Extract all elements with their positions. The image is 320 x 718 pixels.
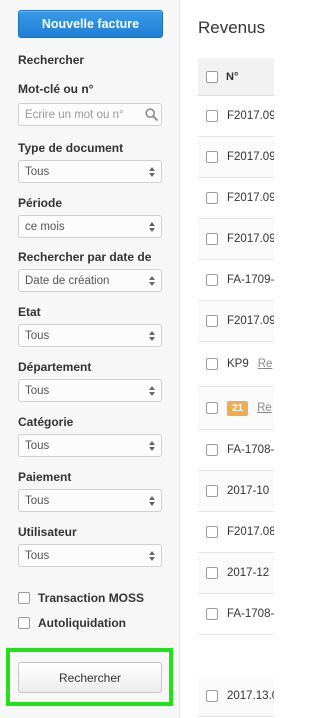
reverse-charge-checkbox-row[interactable]: Autoliquidation [18, 616, 126, 630]
moss-label: Transaction MOSS [38, 591, 145, 605]
table-header: N° [198, 58, 274, 96]
invoice-number[interactable]: F2017.09 [227, 110, 274, 122]
invoice-number[interactable]: F2017.09 [227, 192, 274, 204]
table-row[interactable]: F2017.09 [198, 96, 274, 137]
select-arrows-icon [145, 385, 159, 396]
select-arrows-icon [145, 275, 159, 286]
table-row[interactable]: F2017.09 [198, 137, 274, 178]
table-row[interactable]: 2017-12 [198, 553, 274, 594]
table-row[interactable]: KP9 Re [198, 342, 274, 387]
select-arrows-icon [145, 330, 159, 341]
row-checkbox[interactable] [206, 110, 218, 122]
category-select[interactable]: Tous [18, 434, 162, 457]
search-button[interactable]: Rechercher [18, 662, 162, 693]
select-arrows-icon [145, 221, 159, 232]
invoice-number[interactable]: 2017.13.0 [227, 690, 274, 702]
row-link[interactable]: Re [257, 402, 272, 414]
invoice-number[interactable]: F2017.09 [227, 151, 274, 163]
table-row[interactable]: F2017.08 [198, 512, 274, 553]
row-checkbox[interactable] [206, 690, 218, 702]
keyword-placeholder: Ecrire un mot ou n° [25, 108, 124, 121]
department-select[interactable]: Tous [18, 379, 162, 402]
period-label: Période [18, 196, 63, 210]
invoice-number[interactable]: F2017.09 [227, 315, 274, 327]
row-checkbox[interactable] [206, 526, 218, 538]
keyword-label: Mot-clé ou n° [18, 82, 94, 96]
row-checkbox[interactable] [206, 567, 218, 579]
reverse-charge-checkbox[interactable] [18, 617, 30, 629]
invoice-number[interactable]: FA-1708- [227, 608, 274, 620]
department-value: Tous [25, 384, 50, 397]
moss-checkbox-row[interactable]: Transaction MOSS [18, 591, 144, 605]
date-search-select[interactable]: Date de création [18, 269, 162, 292]
row-checkbox[interactable] [206, 485, 218, 497]
row-checkbox[interactable] [206, 274, 218, 286]
state-select[interactable]: Tous [18, 324, 162, 347]
select-arrows-icon [145, 495, 159, 506]
state-value: Tous [25, 329, 50, 342]
doc-type-value: Tous [25, 165, 50, 178]
header-number[interactable]: N° [226, 71, 238, 83]
table-row[interactable]: F2017.09 [198, 178, 274, 219]
invoice-number[interactable]: FA-1708- [227, 444, 274, 456]
count-badge: 21 [227, 400, 249, 416]
row-checkbox[interactable] [206, 233, 218, 245]
search-icon[interactable] [141, 104, 161, 125]
search-sidebar: Nouvelle facture Rechercher Mot-clé ou n… [0, 0, 180, 718]
row-checkbox[interactable] [206, 151, 218, 163]
invoice-number[interactable]: FA-1709- [227, 274, 274, 286]
department-label: Département [18, 360, 92, 374]
user-value: Tous [25, 549, 50, 562]
row-checkbox[interactable] [206, 444, 218, 456]
payment-value: Tous [25, 494, 50, 507]
doc-type-label: Type de document [18, 141, 124, 155]
invoice-number[interactable]: F2017.08 [227, 526, 274, 538]
date-search-label: Rechercher par date de [18, 250, 152, 264]
table-row[interactable]: 2017.13.0 [198, 676, 274, 717]
select-arrows-icon [145, 440, 159, 451]
row-checkbox[interactable] [206, 315, 218, 327]
select-arrows-icon [145, 166, 159, 177]
category-value: Tous [25, 439, 50, 452]
table-row[interactable]: 21 Re [198, 387, 274, 430]
page-title: Revenus [198, 18, 266, 37]
state-label: Etat [18, 305, 41, 319]
reverse-charge-label: Autoliquidation [38, 616, 126, 630]
row-checkbox[interactable] [206, 358, 218, 370]
payment-label: Paiement [18, 470, 72, 484]
table-row[interactable]: F2017.09 [198, 301, 274, 342]
user-label: Utilisateur [18, 525, 77, 539]
category-label: Catégorie [18, 415, 74, 429]
new-invoice-button[interactable]: Nouvelle facture [18, 10, 163, 38]
table-row[interactable]: F2017.09 [198, 219, 274, 260]
invoice-number[interactable]: 2017-12 [227, 567, 269, 579]
select-arrows-icon [145, 550, 159, 561]
row-link[interactable]: Re [258, 358, 273, 370]
table-row[interactable]: FA-1709- [198, 260, 274, 301]
search-section-title: Rechercher [18, 53, 85, 67]
row-checkbox[interactable] [206, 402, 218, 414]
invoice-number[interactable]: KP9 [227, 358, 249, 370]
row-checkbox[interactable] [206, 608, 218, 620]
row-checkbox[interactable] [206, 192, 218, 204]
select-all-checkbox[interactable] [206, 70, 218, 83]
date-search-value: Date de création [25, 274, 110, 287]
payment-select[interactable]: Tous [18, 489, 162, 512]
invoice-number[interactable]: 2017-10 [227, 485, 269, 497]
table-row[interactable]: FA-1708- [198, 594, 274, 635]
keyword-input[interactable]: Ecrire un mot ou n° [18, 103, 162, 126]
user-select[interactable]: Tous [18, 544, 162, 567]
table-row[interactable]: 2017-10 [198, 471, 274, 512]
period-value: ce mois [25, 220, 65, 233]
moss-checkbox[interactable] [18, 592, 30, 604]
revenue-panel: Revenus N° F2017.09 F2017.09 F2017.09 F2… [181, 0, 274, 718]
doc-type-select[interactable]: Tous [18, 160, 162, 183]
period-select[interactable]: ce mois [18, 215, 162, 238]
table-row[interactable]: FA-1708- [198, 430, 274, 471]
invoice-number[interactable]: F2017.09 [227, 233, 274, 245]
